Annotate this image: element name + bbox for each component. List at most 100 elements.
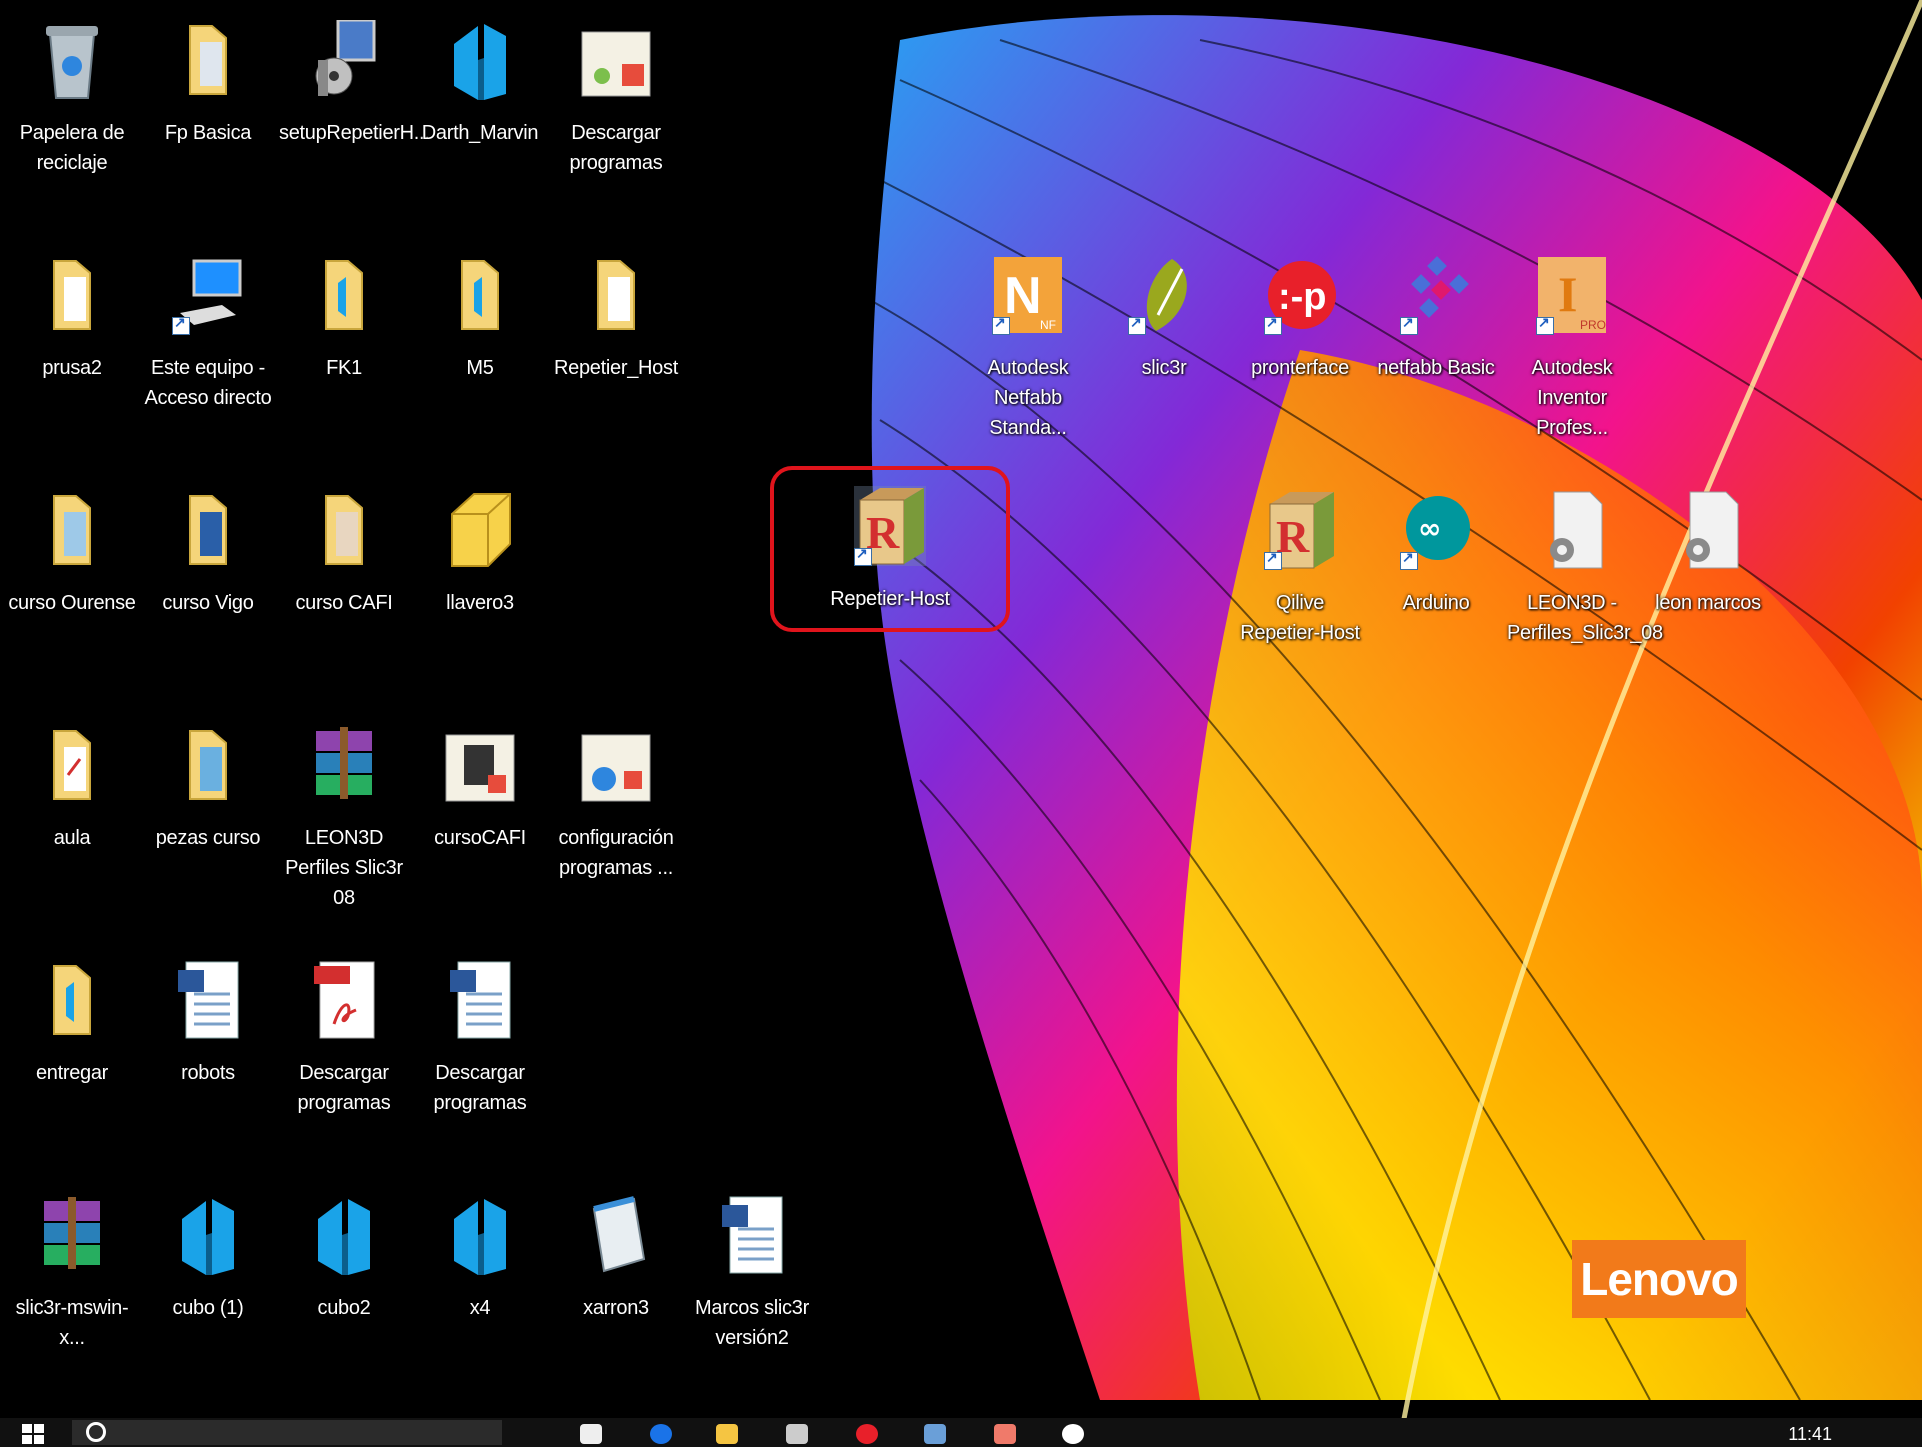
desktop-icon-repetier-host-folder[interactable]: Repetier_Host [551,255,681,383]
desktop-icon-label: Arduino [1402,592,1470,614]
desktop-icon-prusa2[interactable]: prusa2 [7,255,137,383]
3d-model-icon [444,20,516,100]
desktop-icon-llavero3[interactable]: llavero3 [415,490,545,618]
desktop-icon-netfabb-standard[interactable]: NNF Autodesk Netfabb Standa... [963,255,1093,443]
desktop-icon-entregar[interactable]: entregar [7,960,137,1088]
svg-text:NF: NF [1040,318,1056,332]
desktop-icon-inventor[interactable]: IPRO Autodesk Inventor Profes... [1507,255,1637,443]
3d-model-icon [172,1195,244,1275]
desktop-icon-qilive-repetier[interactable]: R Qilive Repetier-Host [1235,490,1365,648]
folder-icon [172,725,244,805]
desktop-icon-slic3r[interactable]: slic3r [1099,255,1229,383]
desktop-icon-setup-repetier[interactable]: setupRepetierH... [279,18,430,148]
lenovo-logo: Lenovo [1572,1240,1746,1318]
desktop-icon-label: cubo2 [317,1297,371,1319]
3d-model-icon [308,1195,380,1275]
desktop-icon-aula[interactable]: aula [7,725,137,853]
document-icon[interactable] [994,1424,1016,1444]
desktop-icon-arduino[interactable]: ∞ Arduino [1371,490,1501,618]
pdf-icon [308,960,380,1040]
folder-icon [172,490,244,570]
desktop-icon-m5[interactable]: M5 [415,255,545,383]
desktop-icon-descargar-programas-doc[interactable]: Descargar programas [415,960,545,1118]
desktop-icon-darth-marvin[interactable]: Darth_Marvin [415,20,545,148]
folder-icon [308,255,380,335]
search-input[interactable] [72,1420,502,1445]
word-doc-icon [444,960,516,1040]
desktop-icon-label: entregar [35,1062,109,1084]
desktop-icon-marcos-slic3r[interactable]: Marcos slic3r versión2 [687,1195,817,1353]
desktop-icon-este-equipo[interactable]: Este equipo - Acceso directo [143,255,273,413]
desktop-icon-recycle-bin[interactable]: Papelera de reciclaje [7,20,137,178]
desktop-icon-label: LEON3D Perfiles Slic3r 08 [285,827,403,909]
winrar-icon [36,1195,108,1275]
3d-model-icon [444,1195,516,1275]
desktop-icon-label: pezas curso [155,827,261,849]
desktop-icon-descargar-programas-pdf[interactable]: Descargar programas [279,960,409,1118]
svg-text:I: I [1558,266,1577,322]
desktop-icon-cubo2[interactable]: cubo2 [279,1195,409,1323]
shortcut-arrow-icon [1400,314,1418,335]
desktop-icon-cubo-1[interactable]: cubo (1) [143,1195,273,1323]
folder-icon [36,960,108,1040]
taskbar-clock[interactable]: 11:41 [1788,1424,1832,1445]
desktop-icon-leon-marcos[interactable]: leon marcos [1643,490,1773,618]
word-icon[interactable] [924,1424,946,1444]
folder-icon [444,255,516,335]
start-button[interactable] [22,1424,44,1444]
inventor-icon: I PRO [1536,255,1608,335]
desktop-icon-label: curso CAFI [295,592,393,614]
desktop-icon-configuracion-programas[interactable]: configuración programas ... [551,725,681,883]
desktop-icon-leon3d-perfiles[interactable]: LEON3D Perfiles Slic3r 08 [279,725,409,913]
desktop-icon-label: prusa2 [42,357,102,379]
desktop-icon-x4[interactable]: x4 [415,1195,545,1323]
task-view-icon[interactable] [580,1424,602,1444]
svg-text::-p: :-p [1278,276,1327,318]
folder-icon [308,490,380,570]
netfabb-basic-icon [1400,255,1472,335]
app-icon[interactable] [856,1424,878,1444]
desktop-icon-curso-cafi[interactable]: curso CAFI [279,490,409,618]
desktop-icon-descargar-programas-1[interactable]: Descargar programas [551,20,681,178]
desktop-icon-curso-ourense[interactable]: curso Ourense [7,490,137,618]
desktop-icon-netfabb-basic[interactable]: netfabb Basic [1371,255,1501,383]
red-highlight-frame [770,466,1010,632]
desktop-icon-leon3d-perfiles-slic3r[interactable]: LEON3D - Perfiles_Slic3r_08 [1507,490,1663,648]
desktop-icon-label: cubo (1) [172,1297,244,1319]
windows-logo-icon [22,1424,44,1444]
desktop-icon-cursocafi[interactable]: cursoCAFI [415,725,545,853]
desktop-icon-label: robots [181,1062,235,1084]
desktop-icon-label: curso Ourense [8,592,136,614]
desktop-icon-label: x4 [469,1297,491,1319]
desktop-icon-label: Descargar programas [569,122,663,174]
desktop-icon-xarron3[interactable]: xarron3 [551,1195,681,1323]
image-file-icon [444,725,516,805]
desktop-icon-slic3r-mswin[interactable]: slic3r-mswin-x... [7,1195,137,1353]
desktop-icon-pronterface[interactable]: :-p pronterface [1235,255,1365,383]
desktop: Papelera de reciclaje Fp Basica setupRep… [0,0,1922,1447]
desktop-icon-pezas-curso[interactable]: pezas curso [143,725,273,853]
desktop-icon-fk1[interactable]: FK1 [279,255,409,383]
taskbar: 11:41 [0,1418,1922,1447]
pdf-reader-icon[interactable] [1062,1424,1084,1444]
edge-icon[interactable] [650,1424,672,1444]
desktop-icon-robots[interactable]: robots [143,960,273,1088]
desktop-icon-label: Este equipo - Acceso directo [144,357,272,409]
desktop-icon-curso-vigo[interactable]: curso Vigo [143,490,273,618]
desktop-icon-label: setupRepetierH... [279,122,430,144]
file-explorer-icon[interactable] [716,1424,738,1444]
computer-icon [172,255,244,335]
store-icon[interactable] [786,1424,808,1444]
folder-icon [36,725,108,805]
desktop-icon-label: LEON3D - Perfiles_Slic3r_08 [1507,592,1663,644]
desktop-icon-label: Fp Basica [164,122,252,144]
installer-icon [308,18,380,100]
desktop-icon-label: Autodesk Inventor Profes... [1531,357,1613,439]
shortcut-arrow-icon [1400,549,1418,570]
folder-icon [580,255,652,335]
image-file-icon [580,725,652,805]
desktop-icon-fp-basica[interactable]: Fp Basica [143,20,273,148]
desktop-icon-label: M5 [466,357,494,379]
desktop-icon-label: slic3r-mswin-x... [15,1297,129,1349]
word-doc-icon [172,960,244,1040]
